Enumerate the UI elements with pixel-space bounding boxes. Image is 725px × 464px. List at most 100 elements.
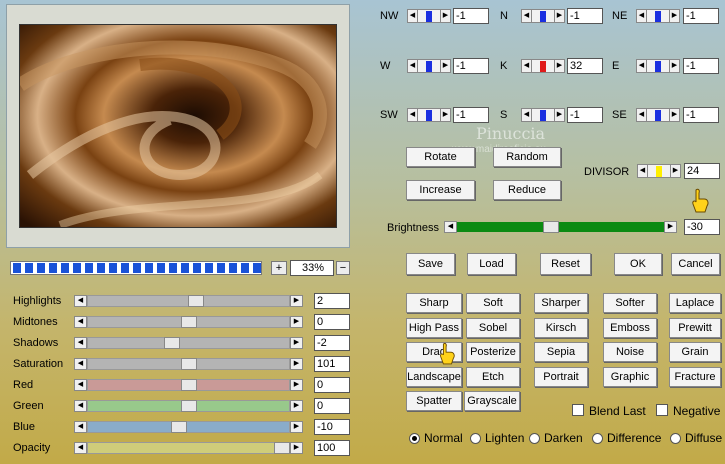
slider-track[interactable]: [87, 442, 290, 454]
matrix-slider[interactable]: ◀ ▶: [521, 108, 565, 122]
slider-thumb[interactable]: [181, 379, 197, 391]
arrow-right-icon[interactable]: ▶: [664, 221, 677, 233]
preset-button[interactable]: Noise: [603, 342, 657, 362]
matrix-value-field[interactable]: -1: [567, 8, 603, 24]
divisor-field[interactable]: 24: [684, 163, 720, 179]
preset-button[interactable]: Soft: [466, 293, 520, 313]
arrow-right-icon[interactable]: ▶: [290, 316, 303, 328]
random-button[interactable]: Random: [493, 147, 561, 167]
arrow-right-icon[interactable]: ▶: [440, 108, 451, 122]
preset-button[interactable]: Portrait: [534, 367, 588, 387]
blend-mode-radio[interactable]: [529, 433, 540, 444]
slider-value-field[interactable]: 2: [314, 293, 350, 309]
preset-button[interactable]: Landscape: [406, 367, 462, 387]
preset-button[interactable]: Spatter: [406, 391, 462, 411]
slider-value-field[interactable]: -2: [314, 335, 350, 351]
arrow-right-icon[interactable]: ▶: [290, 337, 303, 349]
matrix-thumb[interactable]: [540, 61, 546, 72]
slider-track[interactable]: [87, 337, 290, 349]
slider-value-field[interactable]: 101: [314, 356, 350, 372]
divisor-thumb[interactable]: [656, 166, 662, 177]
matrix-thumb[interactable]: [655, 61, 661, 72]
arrow-right-icon[interactable]: ▶: [554, 9, 565, 23]
matrix-slider[interactable]: ◀ ▶: [521, 9, 565, 23]
matrix-slider[interactable]: ◀ ▶: [407, 108, 451, 122]
blend-mode-radio[interactable]: [409, 433, 420, 444]
preset-button[interactable]: Kirsch: [534, 318, 588, 338]
arrow-left-icon[interactable]: ◀: [636, 108, 647, 122]
slider-thumb[interactable]: [188, 295, 204, 307]
arrow-left-icon[interactable]: ◀: [444, 221, 457, 233]
matrix-value-field[interactable]: -1: [453, 8, 489, 24]
blend-mode-radio[interactable]: [592, 433, 603, 444]
arrow-left-icon[interactable]: ◀: [74, 358, 87, 370]
preset-button[interactable]: Fracture: [669, 367, 721, 387]
arrow-left-icon[interactable]: ◀: [74, 337, 87, 349]
preset-button[interactable]: Softer: [603, 293, 657, 313]
arrow-left-icon[interactable]: ◀: [74, 316, 87, 328]
arrow-left-icon[interactable]: ◀: [74, 421, 87, 433]
divisor-slider[interactable]: ◀ ▶: [637, 164, 681, 178]
arrow-right-icon[interactable]: ▶: [290, 379, 303, 391]
arrow-right-icon[interactable]: ▶: [554, 108, 565, 122]
brightness-track[interactable]: [457, 222, 664, 232]
matrix-thumb[interactable]: [540, 110, 546, 121]
rotate-button[interactable]: Rotate: [406, 147, 475, 167]
arrow-left-icon[interactable]: ◀: [74, 379, 87, 391]
matrix-thumb[interactable]: [540, 11, 546, 22]
blend-mode-radio[interactable]: [670, 433, 681, 444]
arrow-left-icon[interactable]: ◀: [637, 164, 648, 178]
ok-button[interactable]: OK: [614, 253, 662, 275]
slider-thumb[interactable]: [181, 358, 197, 370]
matrix-value-field[interactable]: -1: [683, 8, 719, 24]
arrow-left-icon[interactable]: ◀: [521, 9, 532, 23]
arrow-right-icon[interactable]: ▶: [670, 164, 681, 178]
zoom-out-button[interactable]: −: [336, 261, 350, 275]
zoom-in-button[interactable]: +: [271, 261, 287, 275]
reduce-button[interactable]: Reduce: [493, 180, 561, 200]
arrow-left-icon[interactable]: ◀: [407, 59, 418, 73]
matrix-slider[interactable]: ◀ ▶: [636, 59, 680, 73]
matrix-thumb[interactable]: [426, 110, 432, 121]
matrix-value-field[interactable]: -1: [453, 58, 489, 74]
arrow-right-icon[interactable]: ▶: [440, 59, 451, 73]
preset-button[interactable]: High Pass: [406, 318, 462, 338]
slider-value-field[interactable]: -10: [314, 419, 350, 435]
load-button[interactable]: Load: [467, 253, 516, 275]
blend-last-checkbox[interactable]: [572, 404, 584, 416]
slider-thumb[interactable]: [274, 442, 290, 454]
blend-mode-radio[interactable]: [470, 433, 481, 444]
slider-track[interactable]: [87, 421, 290, 433]
matrix-slider[interactable]: ◀ ▶: [521, 59, 565, 73]
preset-button[interactable]: Sharp: [406, 293, 462, 313]
matrix-slider[interactable]: ◀ ▶: [407, 59, 451, 73]
arrow-left-icon[interactable]: ◀: [74, 400, 87, 412]
arrow-left-icon[interactable]: ◀: [636, 9, 647, 23]
slider-value-field[interactable]: 0: [314, 398, 350, 414]
preset-button[interactable]: Sharper: [534, 293, 588, 313]
matrix-value-field[interactable]: 32: [567, 58, 603, 74]
matrix-thumb[interactable]: [426, 11, 432, 22]
slider-thumb[interactable]: [181, 400, 197, 412]
slider-value-field[interactable]: 0: [314, 314, 350, 330]
save-button[interactable]: Save: [406, 253, 455, 275]
arrow-right-icon[interactable]: ▶: [669, 59, 680, 73]
reset-button[interactable]: Reset: [540, 253, 591, 275]
matrix-slider[interactable]: ◀ ▶: [636, 108, 680, 122]
arrow-right-icon[interactable]: ▶: [669, 9, 680, 23]
slider-value-field[interactable]: 100: [314, 440, 350, 456]
arrow-right-icon[interactable]: ▶: [669, 108, 680, 122]
arrow-right-icon[interactable]: ▶: [290, 358, 303, 370]
matrix-thumb[interactable]: [655, 11, 661, 22]
matrix-slider[interactable]: ◀ ▶: [636, 9, 680, 23]
matrix-thumb[interactable]: [426, 61, 432, 72]
matrix-slider[interactable]: ◀ ▶: [407, 9, 451, 23]
arrow-right-icon[interactable]: ▶: [440, 9, 451, 23]
arrow-left-icon[interactable]: ◀: [636, 59, 647, 73]
arrow-left-icon[interactable]: ◀: [407, 9, 418, 23]
matrix-value-field[interactable]: -1: [683, 107, 719, 123]
preset-button[interactable]: Grain: [669, 342, 721, 362]
preset-button[interactable]: Posterize: [466, 342, 520, 362]
arrow-left-icon[interactable]: ◀: [521, 59, 532, 73]
arrow-left-icon[interactable]: ◀: [74, 442, 87, 454]
